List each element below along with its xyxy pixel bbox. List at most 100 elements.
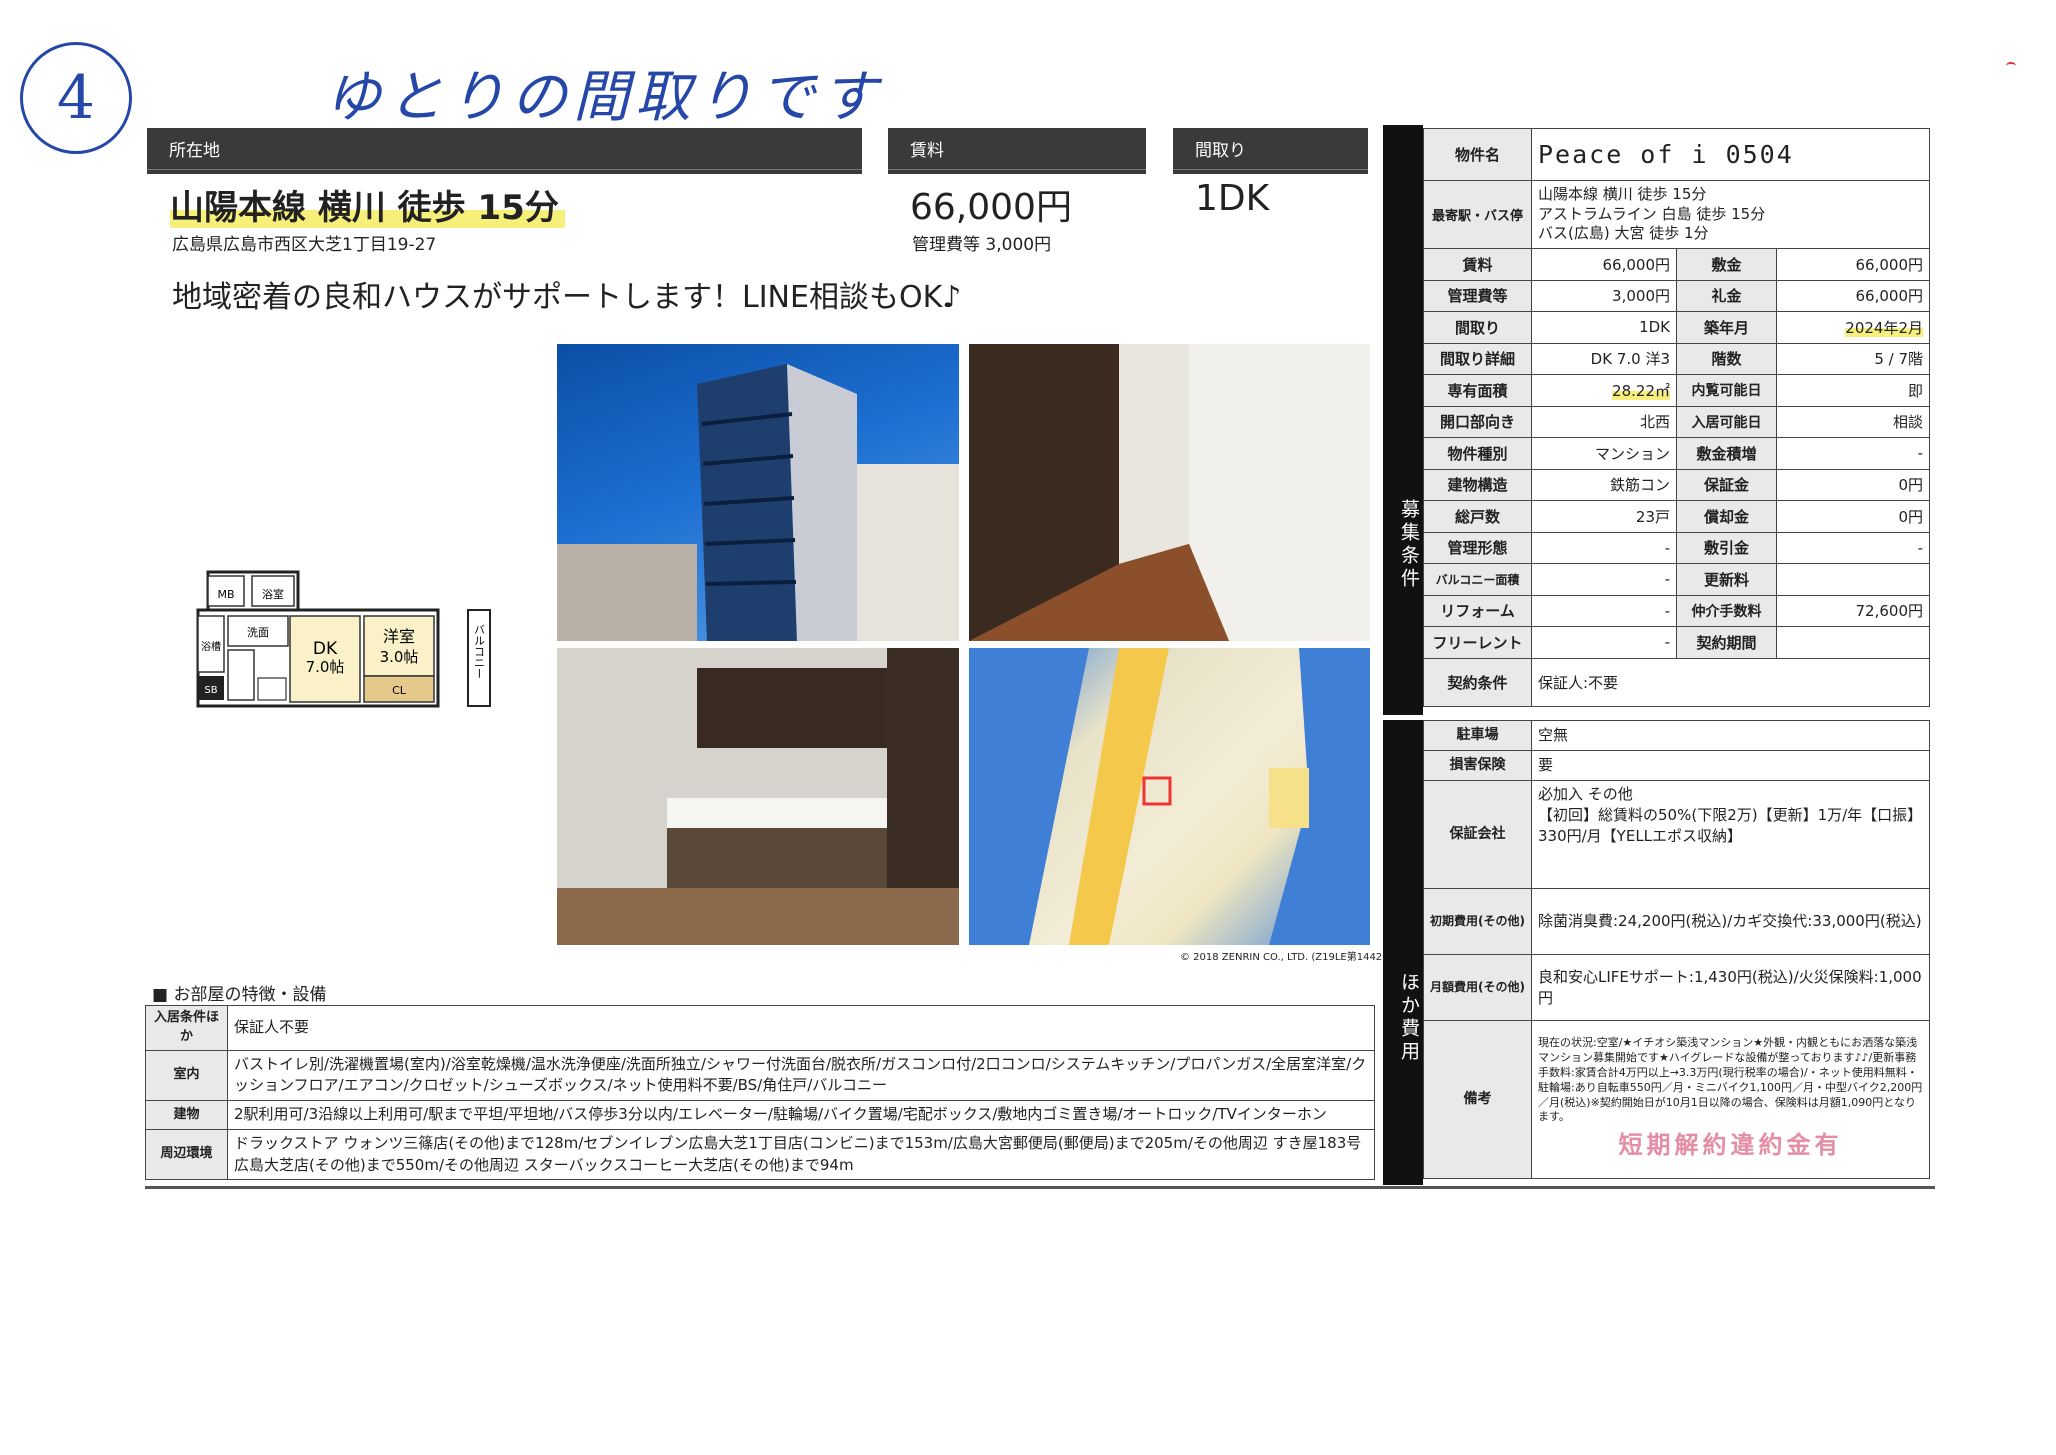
grid-key-text: 契約期間 (1696, 633, 1757, 652)
grid-value: 2024年2月 (1776, 311, 1930, 344)
table-row: 備考 現在の状況:空室/★イチオシ築浅マンション★外観・内観ともにお洒落な築浅マ… (1423, 1020, 1930, 1179)
catchphrase: 地域密着の良和ハウスがサポートします！LINE相談もOK♪ (172, 280, 962, 315)
grid-key-text: 建物構造 (1447, 476, 1508, 495)
grid-key: 礼金 (1676, 279, 1777, 312)
remarks-label: 備考 (1423, 1020, 1532, 1179)
grid-value: 相談 (1776, 405, 1930, 438)
grid-key-text: 管理形態 (1447, 539, 1508, 558)
bottom-rule (145, 1186, 1935, 1189)
grid-value: 北西 (1531, 405, 1677, 438)
table-row: 賃料 66,000円 敷金 66,000円 (1423, 248, 1930, 281)
grid-value-text: 66,000円 (1602, 255, 1671, 274)
grid-key-text: 礼金 (1711, 287, 1742, 306)
grid-key-text: 開口部向き (1439, 413, 1515, 432)
grid-value: - (1531, 531, 1677, 564)
grid-value-text: 即 (1907, 381, 1923, 400)
grid-key: 物件種別 (1423, 437, 1532, 470)
stamp-text: 短期解約違約金有 (1618, 1131, 1843, 1160)
floor-plan: MB 浴室 洗面 浴槽 SB DK 7.0帖 洋室 3.0帖 CL バルコニー (196, 570, 491, 708)
fp-sb: SB (204, 685, 217, 696)
property-name: Peace of i 0504 (1531, 128, 1930, 181)
grid-key: 専有面積 (1423, 374, 1532, 407)
grid-key-text: 保証金 (1703, 476, 1749, 495)
grid-value: 0円 (1776, 500, 1930, 533)
grid-key: 賃料 (1423, 248, 1532, 281)
features-label: 建物 (145, 1100, 228, 1130)
grid-value: 3,000円 (1531, 279, 1677, 312)
side-label-recruit: 募集条件 (1383, 125, 1423, 715)
grid-value-text: マンション (1594, 444, 1670, 463)
features-value: ドラックストア ウォンツ三篠店(その他)まで128m/セブンイレブン広島大芝1丁… (227, 1128, 1375, 1181)
features-label: 入居条件ほか (145, 1005, 228, 1051)
features-value: バストイレ別/洗濯機置場(室内)/浴室乾燥機/温水洗浄便座/洗面所独立/シャワー… (227, 1049, 1375, 1102)
grid-key: リフォーム (1423, 594, 1532, 627)
table-row: 保証会社 必加入 その他 【初回】総賃料の50%(下限2万)【更新】1万/年【口… (1423, 780, 1930, 889)
grid-value-text: 相談 (1892, 413, 1923, 432)
grid-value: - (1531, 626, 1677, 659)
fp-balcony: バルコニー (473, 624, 486, 679)
table-row: 駐車場 空無 (1423, 720, 1930, 751)
station-list: 山陽本線 横川 徒歩 15分 アストラムライン 白島 徒歩 15分 バス(広島)… (1531, 180, 1930, 249)
grid-value-text: 3,000円 (1612, 287, 1670, 306)
grid-key-text: フリーレント (1432, 633, 1523, 652)
access-text: 山陽本線 横川 徒歩 15分 (170, 188, 565, 228)
grid-value: 5 / 7階 (1776, 342, 1930, 375)
grid-key: 内覧可能日 (1676, 374, 1777, 407)
grid-value-text: 0円 (1898, 476, 1923, 495)
table-row: 物件名 Peace of i 0504 (1423, 128, 1930, 181)
grid-key: 敷金 (1676, 248, 1777, 281)
fp-toilet: 浴槽 (201, 640, 221, 653)
grid-value: 23戸 (1531, 500, 1677, 533)
grid-key-text: 管理費等 (1447, 287, 1508, 306)
table-row: 建物構造 鉄筋コン 保証金 0円 (1423, 468, 1930, 501)
grid-value-text: 23戸 (1635, 507, 1670, 526)
management-fee: 管理費等 3,000円 (912, 235, 1052, 255)
cost-value: 必加入 その他 【初回】総賃料の50%(下限2万)【更新】1万/年【口振】330… (1531, 780, 1930, 889)
grid-key: 契約期間 (1676, 626, 1777, 659)
grid-value-text: - (1917, 444, 1923, 463)
grid-value-text: - (1664, 601, 1670, 620)
grid-value-text: 0円 (1898, 507, 1923, 526)
fp-dk-size: 7.0帖 (306, 658, 345, 676)
grid-value (1776, 563, 1930, 596)
cost-label: 月額費用(その他) (1423, 954, 1532, 1021)
grid-value: DK 7.0 洋3 (1531, 342, 1677, 375)
grid-key-text: 入居可能日 (1691, 414, 1762, 431)
location-header: 所在地 (147, 128, 862, 174)
remarks-cell: 現在の状況:空室/★イチオシ築浅マンション★外観・内観ともにお洒落な築浅マンショ… (1531, 1020, 1930, 1179)
grid-value: - (1531, 563, 1677, 596)
grid-value-text: 北西 (1639, 413, 1670, 432)
table-row: 間取り詳細 DK 7.0 洋3 階数 5 / 7階 (1423, 342, 1930, 375)
cost-value: 空無 (1531, 720, 1930, 751)
grid-value-text: 72,600円 (1855, 602, 1924, 621)
grid-key: 間取り詳細 (1423, 342, 1532, 375)
grid-value: 1DK (1531, 311, 1677, 344)
grid-value: 72,600円 (1776, 594, 1930, 627)
grid-value-text: 鉄筋コン (1609, 476, 1670, 495)
room-photo (969, 344, 1370, 641)
grid-key-text: リフォーム (1440, 602, 1515, 621)
grid-key: 仲介手数料 (1676, 594, 1777, 627)
station-label: 最寄駅・バス停 (1423, 180, 1532, 249)
fp-room-size: 3.0帖 (380, 648, 419, 666)
grid-key: 開口部向き (1423, 405, 1532, 438)
contract-value: 保証人:不要 (1531, 657, 1930, 707)
grid-value: - (1776, 531, 1930, 564)
cost-label: 損害保険 (1423, 750, 1532, 781)
grid-key-text: 間取り詳細 (1439, 350, 1515, 369)
grid-key-text: 敷引金 (1703, 539, 1749, 558)
features-label: 周辺環境 (145, 1128, 228, 1181)
grid-key-text: 仲介手数料 (1691, 603, 1762, 620)
cost-label: 初期費用(その他) (1423, 888, 1532, 955)
table-row: 管理形態 - 敷引金 - (1423, 531, 1930, 564)
table-row: 契約条件 保証人:不要 (1423, 657, 1930, 707)
corner-mark (2006, 62, 2016, 70)
map-image (969, 648, 1370, 945)
layout-header: 間取り (1173, 128, 1368, 174)
grid-key-text: 賃料 (1462, 255, 1493, 274)
table-row: 総戸数 23戸 償却金 0円 (1423, 500, 1930, 533)
grid-value-text: DK 7.0 洋3 (1590, 350, 1670, 369)
station-item: アストラムライン 白島 徒歩 15分 (1538, 204, 1766, 223)
fp-dk-name: DK (313, 639, 338, 659)
grid-key-text: 物件種別 (1447, 444, 1508, 463)
